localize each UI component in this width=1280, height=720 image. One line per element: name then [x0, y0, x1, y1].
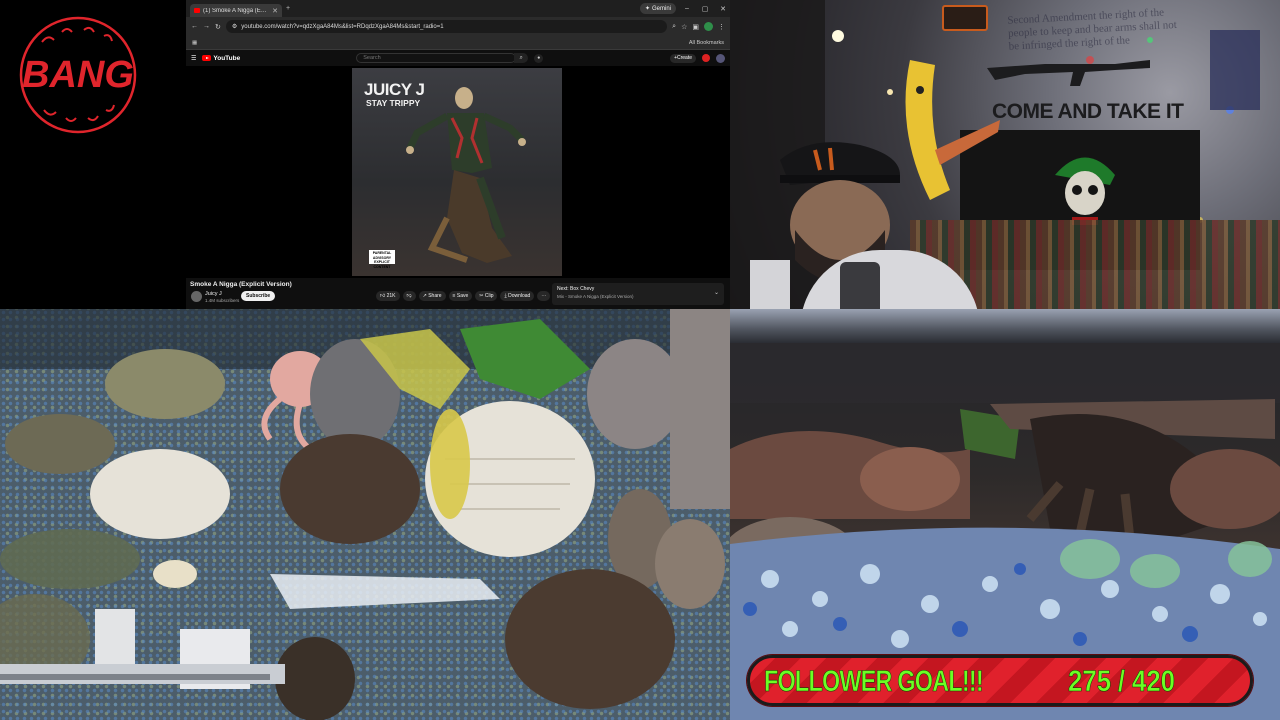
search-icon[interactable]: ⌕: [514, 53, 529, 63]
channel-subscribers: 1.4M subscribers: [205, 298, 240, 303]
next-mix-label: Mix - Smoke A Nigga (Explicit Version): [557, 294, 634, 299]
gemini-button[interactable]: ✦ Gemini: [639, 3, 676, 14]
all-bookmarks-link[interactable]: All Bookmarks: [689, 40, 724, 46]
apps-icon[interactable]: ▦: [192, 40, 197, 46]
video-title: Smoke A Nigga (Explicit Version): [190, 281, 292, 288]
youtube-logo-text: YouTube: [213, 54, 241, 62]
channel-name[interactable]: Juicy J: [205, 291, 222, 297]
bengals-sign: [942, 5, 988, 31]
account-avatar[interactable]: [716, 53, 725, 63]
follower-goal-bar: FOLLOWER GOAL!!! 275/420: [747, 655, 1253, 706]
clip-label: Clip: [484, 293, 494, 299]
share-icon: ↗: [422, 293, 427, 299]
mic-icon[interactable]: ●: [534, 53, 544, 63]
like-button[interactable]: 👍︎ 21K: [376, 291, 400, 301]
url-field[interactable]: ⚙ youtube.com/watch?v=qdzXgaA84Ms&list=R…: [225, 20, 668, 33]
download-icon: ⤓: [504, 293, 507, 299]
create-label: Create: [676, 55, 692, 61]
video-actions: 👍︎ 21K 👎︎ ↗ Share ≡ Save ✂ Clip ⤓ Downlo…: [376, 291, 551, 301]
site-info-icon: ⚙: [231, 24, 238, 30]
youtube-header: ☰ YouTube Search ⌕ ● + Create: [186, 50, 730, 66]
bookmark-star-icon[interactable]: ☆: [681, 23, 687, 31]
youtube-play-icon: [202, 55, 212, 61]
hamburger-icon[interactable]: ☰: [191, 55, 196, 62]
channel-avatar[interactable]: [191, 291, 202, 302]
next-video-label: Next: Box Chevy: [557, 286, 595, 292]
profile-avatar[interactable]: [704, 22, 713, 31]
browser-capture: (1) Smoke A Nigga (Explicit ✕ + ✦ Gemini …: [186, 0, 730, 309]
subscribe-button[interactable]: Subscribe: [241, 291, 276, 301]
bookmarks-bar: ▦ All Bookmarks: [186, 36, 730, 50]
webcam-feed: Second Amendment the right of the people…: [730, 0, 1280, 309]
gemini-label: Gemini: [651, 5, 671, 12]
up-next-box[interactable]: Next: Box Chevy Mix - Smoke A Nigga (Exp…: [552, 283, 724, 305]
notifications-icon[interactable]: [702, 54, 710, 62]
video-player[interactable]: JUICY J STAY TRIPPY PARENTAL ADVISORY EX…: [186, 66, 730, 278]
more-actions-icon[interactable]: ⋯: [537, 291, 551, 301]
follower-goal-count: 275/420: [1068, 665, 1176, 699]
download-button[interactable]: ⤓ Download: [500, 291, 535, 301]
bang-logo: BANG: [12, 14, 144, 136]
share-label: Share: [428, 293, 442, 299]
album-artist: JUICY J: [364, 80, 425, 99]
close-tab-icon[interactable]: ✕: [272, 7, 278, 15]
forward-icon[interactable]: →: [203, 23, 210, 30]
microphone-icon: [840, 262, 880, 309]
video-info: Smoke A Nigga (Explicit Version) Juicy J…: [186, 278, 730, 309]
flag-slogan: COME AND TAKE IT: [992, 100, 1184, 123]
tab-title: (1) Smoke A Nigga (Explicit: [203, 7, 270, 14]
youtube-logo[interactable]: YouTube: [202, 55, 240, 62]
scissors-icon: ✂: [479, 293, 484, 299]
like-count: 21K: [386, 293, 396, 299]
thumbs-up-icon: 👍︎: [380, 293, 386, 299]
follower-goal-separator: /: [1117, 665, 1126, 699]
album-title: STAY TRIPPY: [366, 98, 421, 108]
clip-button[interactable]: ✂ Clip: [475, 291, 498, 301]
zoom-icon[interactable]: ⌕: [672, 23, 676, 31]
aquarium-top-scene: [0, 309, 730, 720]
follower-goal-current: 275: [1068, 665, 1112, 699]
back-icon[interactable]: ←: [191, 23, 198, 30]
menu-icon[interactable]: ⋮: [718, 23, 725, 31]
reload-icon[interactable]: ↻: [215, 23, 221, 31]
aquarium-top-view: [0, 309, 730, 720]
download-label: Download: [508, 293, 531, 299]
address-bar-row: ← → ↻ ⚙ youtube.com/watch?v=qdzXgaA84Ms&…: [186, 17, 730, 36]
thumbs-down-icon: 👎︎: [406, 293, 412, 299]
save-button[interactable]: ≡ Save: [448, 291, 473, 301]
album-cover: JUICY J STAY TRIPPY PARENTAL ADVISORY EX…: [352, 68, 562, 276]
parental-advisory-label: PARENTAL ADVISORY EXPLICIT CONTENT: [369, 250, 395, 269]
minimize-icon[interactable]: –: [680, 5, 694, 12]
url-text: youtube.com/watch?v=qdzXgaA84Ms&list=RDq…: [241, 23, 444, 30]
save-icon: ≡: [452, 293, 456, 299]
save-label: Save: [456, 293, 469, 299]
bang-logo-graphic: BANG: [19, 16, 137, 134]
tab-bar: (1) Smoke A Nigga (Explicit ✕ + ✦ Gemini …: [186, 0, 730, 17]
extensions-icon[interactable]: ▣: [692, 23, 699, 31]
new-tab-icon[interactable]: +: [286, 5, 290, 12]
share-button[interactable]: ↗ Share: [418, 291, 446, 301]
maximize-icon[interactable]: ▢: [698, 5, 712, 13]
stream-layout: BANG (1) Smoke A Nigga (Explicit ✕ + ✦ Ge…: [0, 0, 1280, 720]
follower-goal-label: FOLLOWER GOAL!!!: [764, 665, 984, 699]
sparkle-icon: ✦: [644, 6, 650, 12]
youtube-search-input[interactable]: Search: [356, 53, 517, 63]
rifle-icon: [987, 60, 1150, 86]
dislike-button[interactable]: 👎︎: [402, 291, 416, 301]
create-button[interactable]: + Create: [670, 53, 696, 63]
logo-text: BANG: [22, 54, 134, 96]
browser-tab[interactable]: (1) Smoke A Nigga (Explicit ✕: [190, 4, 282, 17]
window-close-icon[interactable]: ✕: [716, 5, 730, 13]
follower-goal-target: 420: [1131, 665, 1176, 699]
youtube-favicon-icon: [194, 8, 200, 13]
chevron-down-icon[interactable]: ⌄: [714, 289, 719, 296]
